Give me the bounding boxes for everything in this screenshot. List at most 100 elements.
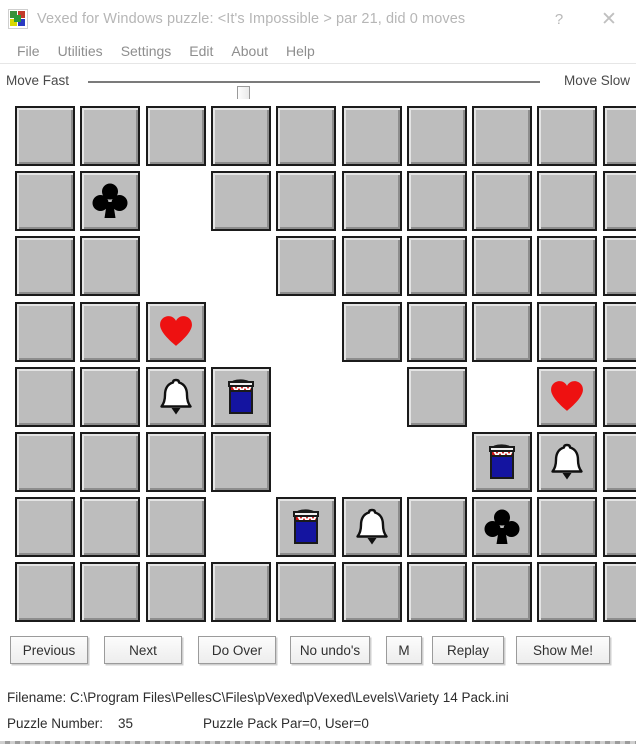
bucket-icon [485,442,519,482]
board-tile[interactable] [15,432,75,492]
board-tile[interactable] [15,367,75,427]
board-tile[interactable] [146,497,206,557]
bell-icon [159,378,193,416]
board-tile[interactable] [80,497,140,557]
puzzle-number-value: 35 [118,716,134,731]
close-icon[interactable]: ✕ [582,0,636,38]
m-button[interactable]: M [386,636,422,664]
do-over-button[interactable]: Do Over [198,636,276,664]
replay-button[interactable]: Replay [432,636,504,664]
board-tile[interactable] [537,171,597,231]
board-tile[interactable] [211,367,271,427]
board-tile[interactable] [407,236,467,296]
board-tile[interactable] [276,562,336,622]
board-tile[interactable] [276,497,336,557]
board-tile[interactable] [407,106,467,166]
board-tile[interactable] [407,562,467,622]
speed-slider-row: Move Fast Move Slow [0,66,636,111]
menu-item-about[interactable]: About [222,41,277,61]
bucket-icon [289,507,323,547]
board-tile[interactable] [603,562,636,622]
board-tile[interactable] [146,367,206,427]
board-tile[interactable] [537,106,597,166]
menu-item-settings[interactable]: Settings [112,41,181,61]
board-tile[interactable] [146,302,206,362]
board-tile[interactable] [472,236,532,296]
board-tile[interactable] [146,432,206,492]
board-tile[interactable] [407,171,467,231]
status-area: Filename: C:\Program Files\PellesC\Files… [0,684,636,744]
previous-button[interactable]: Previous [10,636,88,664]
help-icon[interactable]: ? [536,0,582,38]
board-tile[interactable] [15,562,75,622]
title-bar: Vexed for Windows puzzle: <It's Impossib… [0,0,636,39]
menu-item-utilities[interactable]: Utilities [49,41,112,61]
board-tile[interactable] [537,432,597,492]
board-tile[interactable] [342,302,402,362]
speed-slider-track[interactable] [88,81,540,111]
board-tile[interactable] [146,106,206,166]
puzzle-board[interactable] [0,99,636,626]
board-tile[interactable] [603,497,636,557]
board-tile[interactable] [407,497,467,557]
board-tile[interactable] [276,236,336,296]
board-tile[interactable] [472,497,532,557]
board-tile[interactable] [15,302,75,362]
menu-item-help[interactable]: Help [277,41,324,61]
board-tile[interactable] [276,106,336,166]
board-tile[interactable] [15,236,75,296]
board-tile[interactable] [211,171,271,231]
board-tile[interactable] [80,432,140,492]
board-tile[interactable] [537,367,597,427]
board-tile[interactable] [472,106,532,166]
puzzle-pack-par-text: Puzzle Pack Par=0, User=0 [203,716,369,731]
board-tile[interactable] [342,236,402,296]
menu-item-file[interactable]: File [8,41,49,61]
board-tile[interactable] [15,497,75,557]
board-tile[interactable] [146,562,206,622]
board-tile[interactable] [80,106,140,166]
board-tile[interactable] [407,302,467,362]
board-tile[interactable] [603,171,636,231]
bell-icon [550,443,584,481]
move-fast-label: Move Fast [6,73,70,88]
board-tile[interactable] [537,302,597,362]
board-tile[interactable] [407,367,467,427]
board-tile[interactable] [342,562,402,622]
board-tile[interactable] [276,171,336,231]
board-tile[interactable] [80,236,140,296]
board-tile[interactable] [15,106,75,166]
board-tile[interactable] [342,171,402,231]
show-me-button[interactable]: Show Me! [516,636,610,664]
board-tile[interactable] [80,562,140,622]
menu-item-edit[interactable]: Edit [180,41,222,61]
board-tile[interactable] [211,432,271,492]
board-tile[interactable] [342,497,402,557]
board-tile[interactable] [472,171,532,231]
board-tile[interactable] [80,367,140,427]
board-tile[interactable] [80,302,140,362]
board-tile[interactable] [472,302,532,362]
club-icon [484,508,520,546]
board-tile[interactable] [537,562,597,622]
board-tile[interactable] [342,106,402,166]
bucket-icon [224,377,258,417]
vexed-app-icon [8,9,28,29]
board-tile[interactable] [603,236,636,296]
board-tile[interactable] [603,302,636,362]
board-tile[interactable] [211,562,271,622]
board-tile[interactable] [603,432,636,492]
board-tile[interactable] [472,432,532,492]
board-tile[interactable] [211,106,271,166]
next-button[interactable]: Next [104,636,182,664]
board-tile[interactable] [537,497,597,557]
move-slow-label: Move Slow [563,73,630,88]
no-undo-s-button[interactable]: No undo's [290,636,370,664]
board-tile[interactable] [15,171,75,231]
board-tile[interactable] [537,236,597,296]
board-tile[interactable] [603,106,636,166]
filename-text: Filename: C:\Program Files\PellesC\Files… [7,690,509,705]
board-tile[interactable] [472,562,532,622]
board-tile[interactable] [80,171,140,231]
board-tile[interactable] [603,367,636,427]
